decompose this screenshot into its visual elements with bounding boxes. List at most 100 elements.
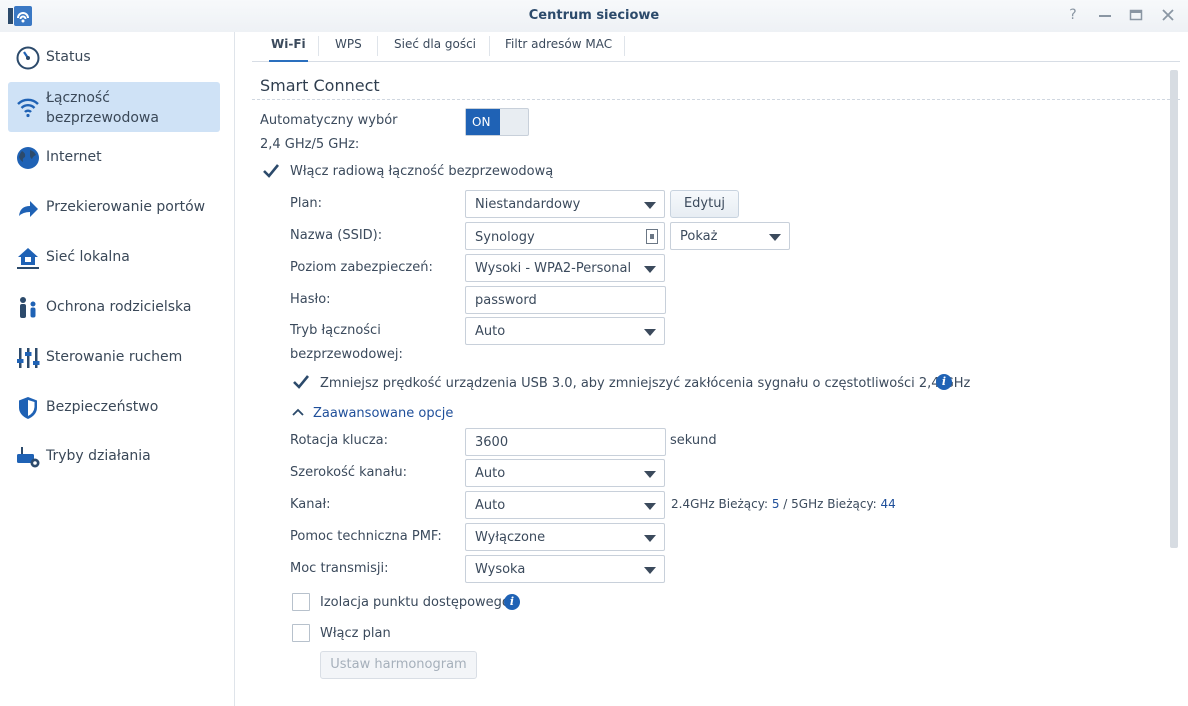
plan-select[interactable]: Niestandardowy	[465, 190, 665, 218]
password-value: password	[475, 293, 537, 308]
close-icon[interactable]	[1159, 6, 1177, 24]
toggle-on-label: ON	[466, 109, 500, 135]
enable-radio-checkbox[interactable]	[262, 162, 280, 180]
wifi-icon	[17, 98, 39, 118]
mode-select[interactable]: Auto	[465, 317, 665, 345]
tab-wifi[interactable]: Wi-Fi	[269, 37, 308, 62]
globe-icon	[17, 147, 39, 169]
ap-isolation-checkbox[interactable]	[292, 593, 310, 611]
tx-power-label: Moc transmisji:	[290, 561, 389, 576]
gauge-icon	[16, 46, 40, 70]
channel-select[interactable]: Auto	[465, 491, 665, 519]
chevron-down-icon	[769, 234, 781, 241]
restore-icon[interactable]	[1127, 6, 1145, 24]
set-schedule-button[interactable]: Ustaw harmonogram	[320, 651, 477, 679]
security-label: Poziom zabezpieczeń:	[290, 260, 433, 275]
auto-select-label-2: 2,4 GHz/5 GHz:	[260, 137, 360, 152]
sidebar-item-label: Łączność bezprzewodowa	[46, 90, 159, 126]
channel-label: Kanał:	[290, 497, 331, 512]
password-input[interactable]: password	[465, 286, 666, 314]
sidebar-item-internet[interactable]: Internet	[8, 133, 220, 183]
key-rotation-unit: sekund	[670, 433, 717, 448]
channel-width-label: Szerokość kanału:	[290, 465, 407, 480]
info-icon[interactable]: i	[936, 374, 952, 390]
tab-mac-filter[interactable]: Filtr adresów MAC	[503, 37, 614, 61]
ssid-input[interactable]: Synology	[465, 222, 665, 250]
title-bar: Centrum sieciowe ?	[0, 0, 1188, 32]
shield-icon	[19, 397, 37, 419]
channel-status-24-label: 2.4GHz Bieżący:	[671, 497, 768, 511]
sidebar-item-label: Internet	[46, 149, 102, 165]
plan-label: Plan:	[290, 196, 323, 211]
section-divider	[252, 99, 1180, 100]
scrollbar[interactable]	[1170, 70, 1178, 548]
chevron-down-icon	[644, 567, 656, 574]
info-icon[interactable]: i	[504, 594, 520, 610]
security-select[interactable]: Wysoki - WPA2-Personal	[465, 254, 665, 282]
sidebar-item-label: Przekierowanie portów	[46, 199, 206, 215]
sidebar-item-port-forwarding[interactable]: Przekierowanie portów	[8, 183, 220, 233]
tx-power-select[interactable]: Wysoka	[465, 555, 665, 583]
channel-status-5-value: 44	[880, 497, 896, 511]
window-title: Centrum sieciowe	[528, 8, 660, 23]
key-rotation-value: 3600	[475, 435, 509, 450]
ssid-label: Nazwa (SSID):	[290, 228, 383, 243]
show-value: Pokaż	[680, 229, 718, 244]
mode-label-2: bezprzewodowej:	[290, 347, 403, 362]
section-title: Smart Connect	[260, 76, 380, 95]
enable-radio-label: Włącz radiową łączność bezprzewodową	[290, 164, 554, 179]
mode-label: Tryb łączności	[290, 323, 381, 338]
channel-width-select[interactable]: Auto	[465, 459, 665, 487]
usb-interference-checkbox[interactable]	[292, 373, 310, 391]
tab-divider	[624, 36, 625, 56]
sliders-icon	[17, 348, 40, 368]
advanced-options-link[interactable]: Zaawansowane opcje	[313, 406, 453, 421]
sidebar: Status Łączność bezprzewodowa Internet P…	[0, 32, 235, 706]
pmf-select[interactable]: Wyłączone	[465, 523, 665, 551]
tab-divider	[489, 36, 490, 56]
chevron-up-icon[interactable]	[292, 407, 304, 417]
chevron-down-icon	[644, 503, 656, 510]
show-select[interactable]: Pokaż	[670, 222, 790, 250]
pmf-value: Wyłączone	[475, 530, 546, 545]
channel-status: 2.4GHz Bieżący: 5 / 5GHz Bieżący: 44	[671, 497, 896, 511]
tab-divider	[377, 36, 378, 56]
sidebar-item-parental-control[interactable]: Ochrona rodzicielska	[8, 283, 220, 333]
pmf-label: Pomoc techniczna PMF:	[290, 529, 442, 544]
enable-schedule-checkbox[interactable]	[292, 624, 310, 642]
mode-value: Auto	[475, 324, 506, 339]
edit-button[interactable]: Edytuj	[670, 190, 739, 218]
tx-power-value: Wysoka	[475, 562, 526, 577]
tab-wps[interactable]: WPS	[333, 37, 364, 61]
tab-bar: Wi-Fi WPS Sieć dla gości Filtr adresów M…	[252, 32, 1180, 62]
ap-isolation-label: Izolacja punktu dostępowego	[320, 595, 510, 610]
sidebar-item-operation-modes[interactable]: Tryby działania	[8, 432, 220, 482]
key-rotation-input[interactable]: 3600	[465, 428, 666, 456]
sidebar-item-label: Sieć lokalna	[46, 249, 130, 265]
channel-status-24-value: 5	[771, 497, 780, 511]
sidebar-item-traffic-control[interactable]: Sterowanie ruchem	[8, 333, 220, 383]
home-network-icon	[17, 248, 39, 269]
help-icon[interactable]: ?	[1064, 6, 1082, 24]
sidebar-item-wireless[interactable]: Łączność bezprzewodowa	[8, 82, 220, 132]
channel-status-5-label: 5GHz Bieżący:	[791, 497, 877, 511]
router-gear-icon	[17, 447, 40, 468]
sidebar-item-security[interactable]: Bezpieczeństwo	[8, 383, 220, 433]
key-rotation-label: Rotacja klucza:	[290, 433, 389, 448]
arrow-icon	[19, 201, 38, 217]
minimize-icon[interactable]	[1096, 6, 1114, 24]
sidebar-item-local-network[interactable]: Sieć lokalna	[8, 233, 220, 283]
sidebar-item-label: Tryby działania	[46, 448, 151, 464]
security-value: Wysoki - WPA2-Personal	[475, 261, 632, 276]
sidebar-item-status[interactable]: Status	[8, 33, 220, 83]
smart-connect-toggle[interactable]: ON	[465, 108, 529, 136]
sidebar-item-label: Bezpieczeństwo	[46, 399, 159, 415]
chevron-down-icon	[644, 471, 656, 478]
keyboard-lock-icon	[646, 229, 658, 244]
ssid-value: Synology	[475, 230, 535, 245]
usb-interference-label: Zmniejsz prędkość urządzenia USB 3.0, ab…	[320, 376, 971, 391]
sidebar-item-label: Status	[46, 49, 91, 65]
plan-value: Niestandardowy	[475, 197, 581, 212]
tab-guest-network[interactable]: Sieć dla gości	[392, 37, 478, 61]
channel-status-separator: /	[783, 497, 788, 511]
